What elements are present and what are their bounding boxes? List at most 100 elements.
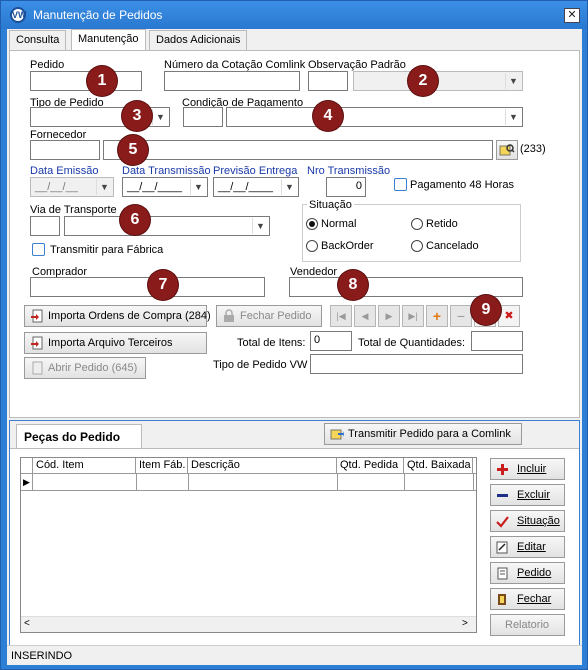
status-text: INSERINDO [11,650,73,662]
data-transmissao-picker[interactable]: __/__/____ ▼ [122,177,208,197]
condicao-code-input[interactable] [183,107,223,127]
pedido-button[interactable]: Pedido [490,562,565,584]
pagamento48-checkbox[interactable] [394,178,407,191]
nav-last-button[interactable]: ▶| [402,305,424,327]
annotation-badge-6: 6 [120,205,150,235]
nav-prev-button[interactable]: ◀ [354,305,376,327]
tab-consulta[interactable]: Consulta [9,30,67,50]
tipo-pedido-vw-label: Tipo de Pedido VW [213,359,308,371]
transmit-icon [330,429,344,440]
data-emissao-label: Data Emissão [30,165,99,177]
relatorio-button[interactable]: Relatorio [490,614,565,636]
grid-header-c[interactable]: C [473,458,476,474]
pecas-grid[interactable]: Cód. Item Item Fáb. Descrição Qtd. Pedid… [20,457,477,633]
nro-transmissao-label: Nro Transmissão [307,165,391,177]
annotation-badge-7: 7 [148,270,178,300]
pedido-input[interactable] [30,71,142,91]
scroll-left-icon[interactable]: < [24,618,30,629]
editar-button[interactable]: Editar [490,536,565,558]
grid-header-qtd-baixada[interactable]: Qtd. Baixada [404,458,473,474]
main-window: VW Manutenção de Pedidos ✕ Consulta Manu… [0,0,588,670]
edit-icon [496,541,508,554]
situacao-backorder-label: BackOrder [321,240,374,252]
pecas-tab[interactable]: Peças do Pedido [16,424,142,448]
minus-icon [497,494,508,497]
situacao-normal-radio[interactable] [306,218,318,230]
importa-arquivo-button[interactable]: Importa Arquivo Terceiros [24,332,207,354]
pecas-panel: Peças do Pedido Transmitir Pedido para a… [9,420,580,652]
abrir-pedido-button[interactable]: Abrir Pedido (645) [24,357,146,379]
window-client: Consulta Manutenção Dados Adicionais Ped… [7,29,582,665]
incluir-button[interactable]: Incluir [490,458,565,480]
observacao-code-input[interactable] [308,71,348,91]
situacao-cancelado-label: Cancelado [426,240,479,252]
transmitir-fabrica-checkbox[interactable] [32,243,45,256]
annotation-badge-3: 3 [122,101,152,131]
pedido-label: Pedido [30,59,65,71]
import-document-icon [31,309,43,323]
grid-divider [473,474,474,490]
transmitir-comlink-button[interactable]: Transmitir Pedido para a Comlink [324,423,522,445]
data-transmissao-value: __/__/____ [127,181,183,193]
grid-header-item-fab[interactable]: Item Fáb. [136,458,188,474]
grid-header-descricao[interactable]: Descrição [188,458,337,474]
annotation-badge-1: 1 [87,66,117,96]
situacao-cancelado-radio[interactable] [411,240,423,252]
situacao-group [302,204,521,262]
fornecedor-count: (233) [520,143,546,155]
tipo-pedido-vw-input[interactable] [310,354,523,374]
grid-header-qtd-pedida[interactable]: Qtd. Pedida [337,458,404,474]
grid-header-cod-item[interactable]: Cód. Item [33,458,136,474]
previsao-entrega-picker[interactable]: __/__/____ ▼ [213,177,299,197]
via-transporte-combo[interactable]: ▼ [64,216,270,236]
fechar-button[interactable]: Fechar [490,588,565,610]
vendedor-input[interactable] [289,277,523,297]
title-bar[interactable]: VW Manutenção de Pedidos ✕ [1,1,587,29]
cotacao-label: Número da Cotação Comlink [164,59,306,71]
window-title: Manutenção de Pedidos [33,8,163,22]
total-quantidades-input[interactable] [471,331,523,351]
fornecedor-name-input[interactable] [103,140,493,160]
nav-delete-button[interactable]: − [450,305,472,327]
tab-dados-adicionais[interactable]: Dados Adicionais [149,30,248,50]
via-transporte-code-input[interactable] [30,216,60,236]
tab-manutencao[interactable]: Manutenção [71,29,146,51]
situacao-button[interactable]: Situação [490,510,565,532]
nav-insert-button[interactable]: + [426,305,448,327]
cotacao-input[interactable] [164,71,300,91]
observacao-combo[interactable]: ▼ [353,71,523,91]
import-file-icon [31,336,43,350]
data-transmissao-label: Data Transmissão [122,165,211,177]
fornecedor-code-input[interactable] [30,140,100,160]
condicao-combo[interactable]: ▼ [226,107,523,127]
lock-icon [224,309,234,322]
nro-transmissao-input[interactable]: 0 [326,177,366,197]
annotation-badge-8: 8 [338,270,368,300]
annotation-badge-5: 5 [118,135,148,165]
horizontal-scrollbar[interactable]: < > [21,616,476,632]
nav-first-button[interactable]: |◀ [330,305,352,327]
situacao-retido-label: Retido [426,218,458,230]
grid-divider [136,474,137,490]
fornecedor-search-button[interactable] [496,140,518,160]
chevron-down-icon: ▼ [96,179,112,195]
situacao-retido-radio[interactable] [411,218,423,230]
close-button[interactable]: ✕ [564,8,580,23]
grid-divider [188,474,189,490]
importa-ordens-button[interactable]: Importa Ordens de Compra (284) [24,305,211,327]
situacao-backorder-radio[interactable] [306,240,318,252]
status-bar: INSERINDO [7,645,582,665]
vw-logo-icon: VW [10,7,27,23]
nav-cancel-button[interactable]: ✖ [498,305,520,327]
fechar-pedido-button[interactable]: Fechar Pedido [216,305,322,327]
grid-indicator-header [21,458,33,474]
excluir-button[interactable]: Excluir [490,484,565,506]
scroll-right-icon[interactable]: > [462,618,468,629]
previsao-entrega-value: __/__/____ [218,181,274,193]
data-emissao-picker[interactable]: __/__/__ ▼ [30,177,114,197]
data-emissao-value: __/__/__ [35,181,78,193]
nav-next-button[interactable]: ▶ [378,305,400,327]
total-itens-input[interactable]: 0 [310,331,352,351]
table-row[interactable]: ▶ [21,474,476,491]
total-quantidades-label: Total de Quantidades: [358,337,466,349]
